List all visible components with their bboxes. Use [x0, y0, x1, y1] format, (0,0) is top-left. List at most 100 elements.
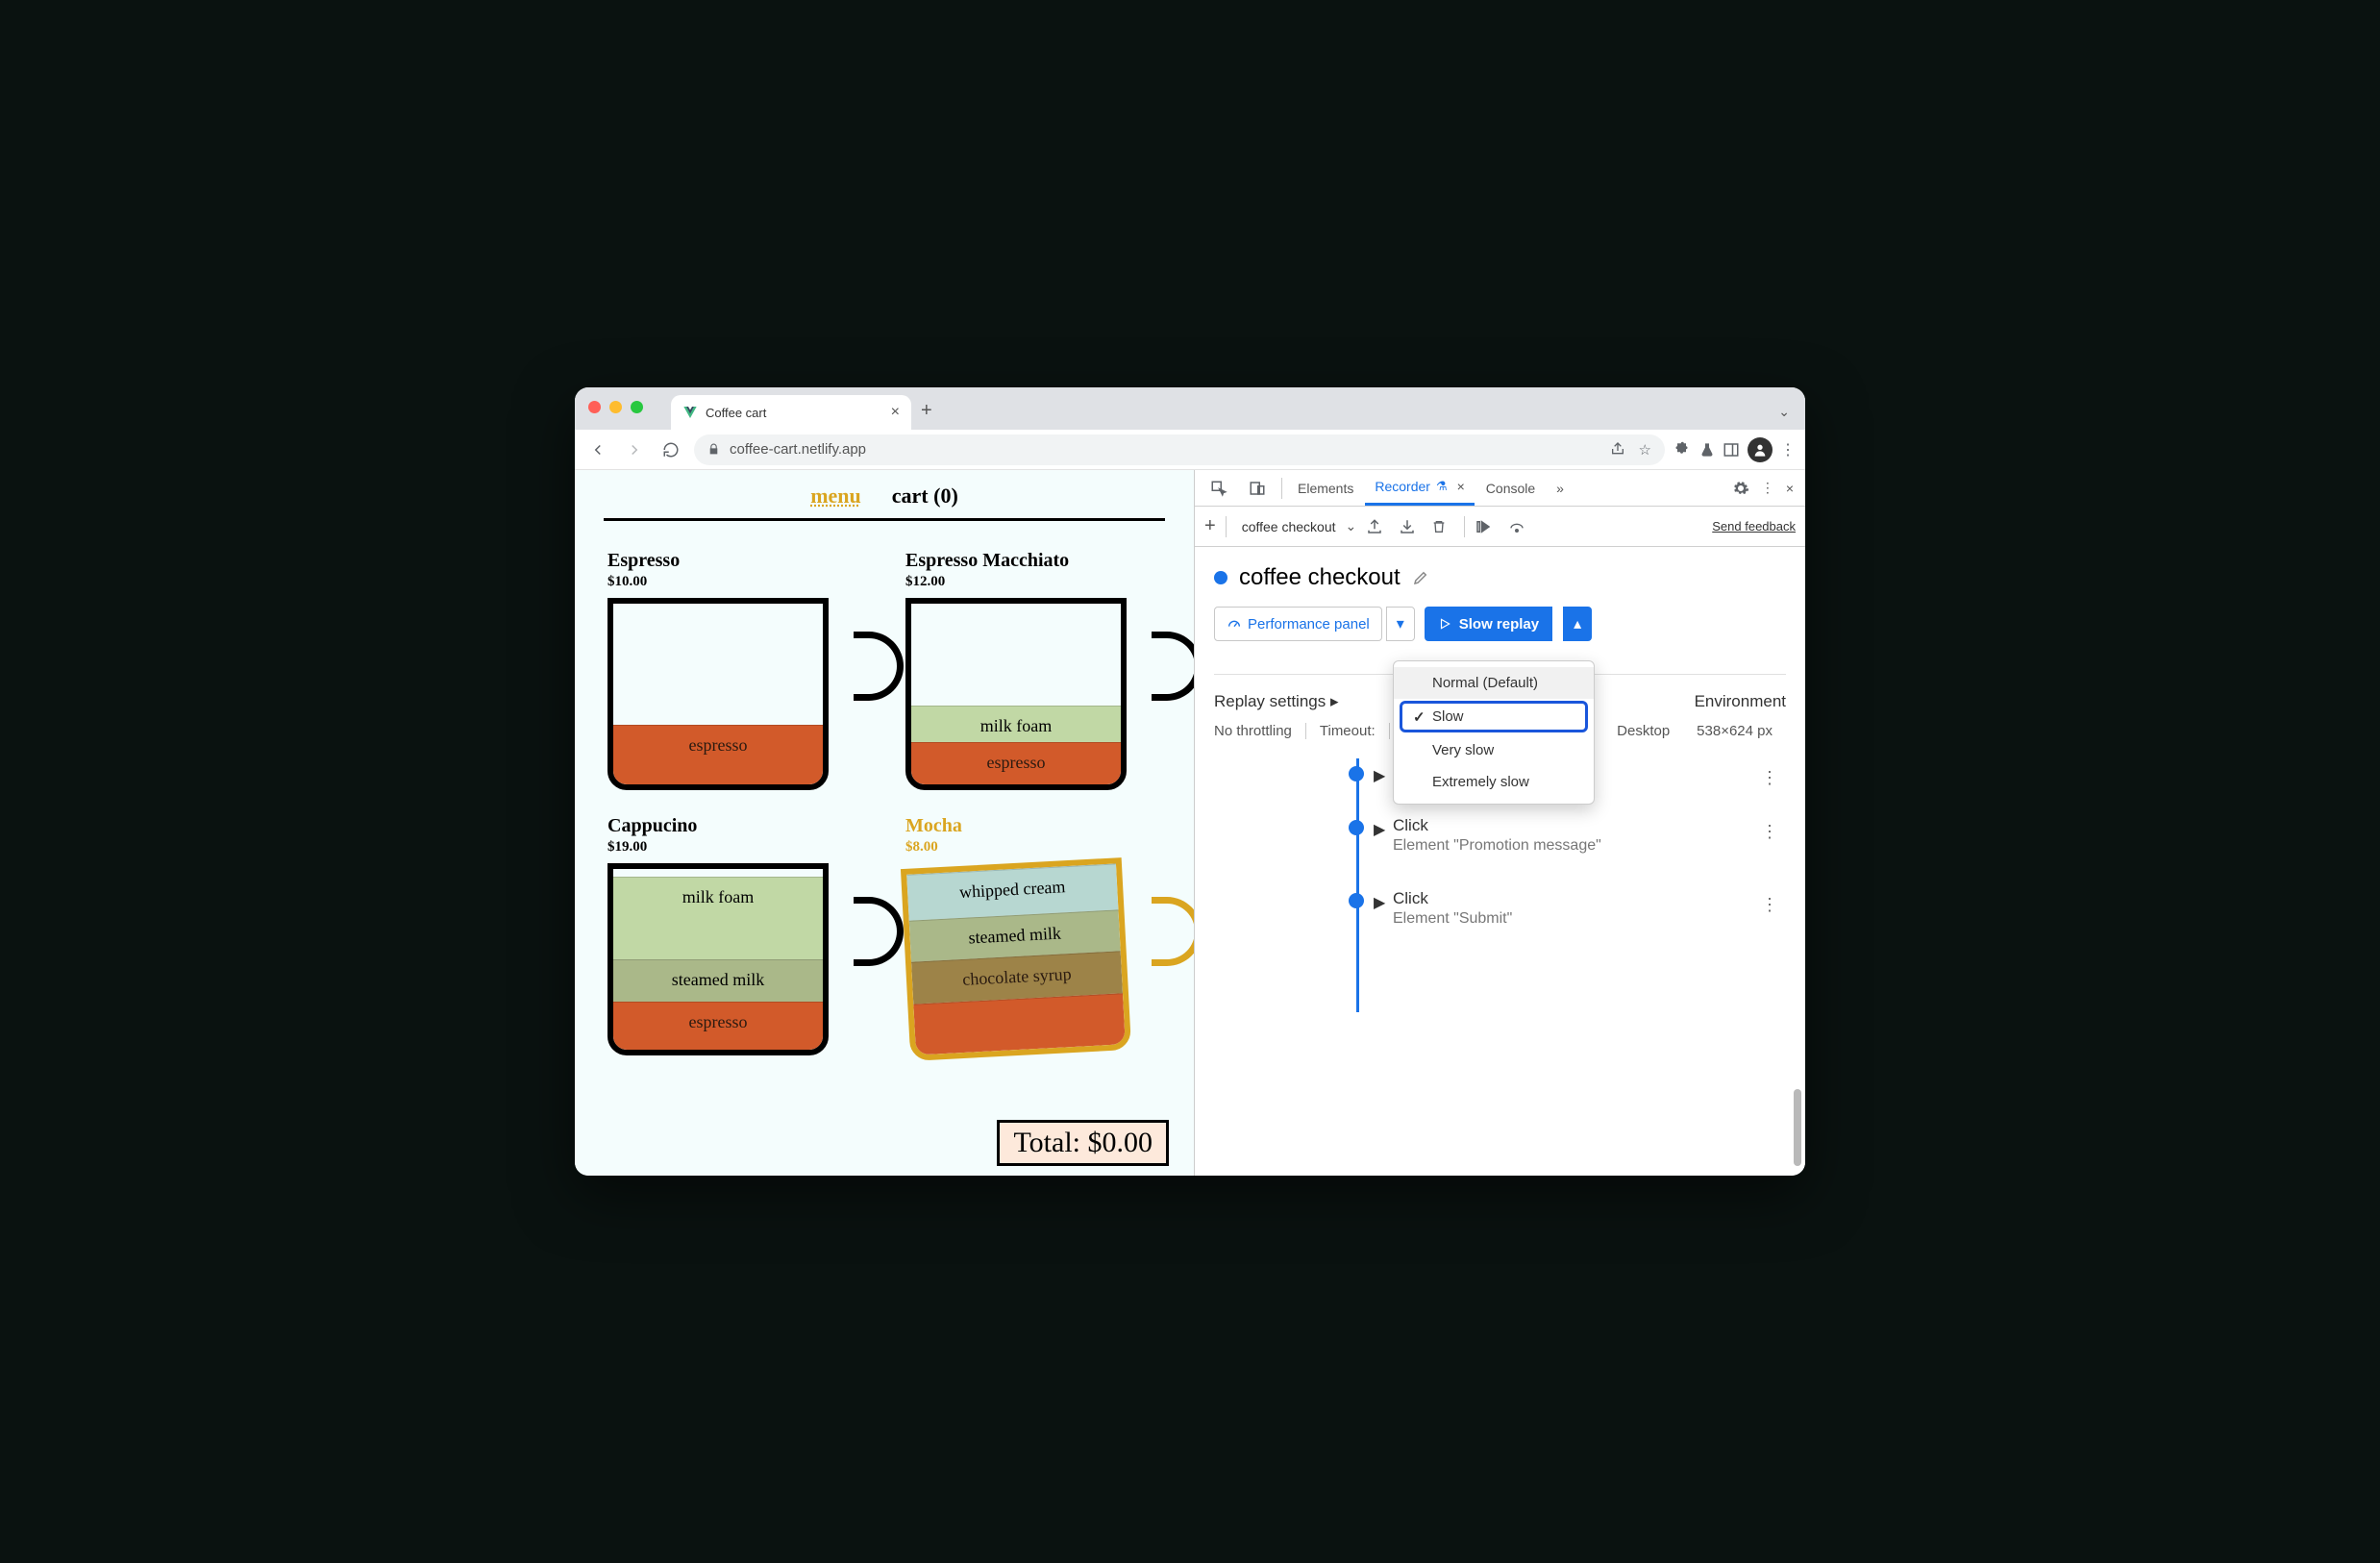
timeline-step[interactable]: ▶ Click Element "Promotion message"⋮ — [1349, 816, 1786, 855]
cup-layer: milk foam — [911, 706, 1121, 742]
cup-handle — [854, 897, 904, 966]
product-price: $10.00 — [607, 574, 863, 590]
devtools-tab-console[interactable]: Console — [1476, 470, 1545, 506]
nav-menu-link[interactable]: menu — [810, 484, 861, 509]
url-text: coffee-cart.netlify.app — [730, 441, 866, 458]
page-coffee-cart: menu cart (0) Espresso$10.00espressoEspr… — [575, 470, 1194, 1176]
tab-close-icon[interactable]: × — [1457, 479, 1465, 494]
step-expand-icon[interactable]: ▶ — [1374, 820, 1385, 839]
step-menu-icon[interactable]: ⋮ — [1761, 822, 1778, 842]
share-icon[interactable] — [1610, 441, 1625, 459]
speed-option-normal[interactable]: Normal (Default) — [1394, 667, 1594, 699]
product-card[interactable]: Espresso Macchiato$12.00milk foamespress… — [905, 550, 1161, 790]
reload-button[interactable] — [657, 436, 684, 463]
vue-favicon — [682, 405, 698, 420]
nav-cart-link[interactable]: cart (0) — [892, 484, 958, 509]
speed-option-extremely-slow[interactable]: Extremely slow — [1394, 766, 1594, 798]
profile-avatar[interactable] — [1748, 437, 1773, 462]
back-button[interactable] — [584, 436, 611, 463]
product-name: Mocha — [905, 815, 1161, 837]
step-expand-icon[interactable]: ▶ — [1374, 766, 1385, 785]
recorder-button-row: Performance panel ▾ Slow replay ▴ — [1214, 607, 1786, 641]
content-area: menu cart (0) Espresso$10.00espressoEspr… — [575, 470, 1805, 1176]
step-dot — [1349, 766, 1364, 782]
recorder-body: coffee checkout Performance panel ▾ Slow… — [1195, 547, 1805, 1176]
cup-layer — [913, 993, 1125, 1055]
step-play-icon[interactable] — [1475, 518, 1498, 535]
devtools-tab-elements[interactable]: Elements — [1288, 470, 1363, 506]
product-price: $8.00 — [905, 839, 1161, 856]
replay-settings-label[interactable]: Replay settings ▸ — [1214, 692, 1339, 711]
tabs-overflow-icon[interactable]: ⌄ — [1778, 404, 1790, 420]
tab-title: Coffee cart — [706, 406, 766, 420]
performance-panel-dropdown[interactable]: ▾ — [1386, 607, 1415, 641]
product-name: Cappucino — [607, 815, 863, 837]
chrome-menu-icon[interactable]: ⋮ — [1780, 440, 1796, 459]
device-value: Desktop — [1617, 723, 1683, 739]
window-close-button[interactable] — [588, 401, 601, 413]
forward-button[interactable] — [621, 436, 648, 463]
bookmark-icon[interactable]: ☆ — [1639, 441, 1651, 459]
speed-option-slow[interactable]: Slow — [1400, 701, 1588, 732]
new-recording-button[interactable]: + — [1204, 515, 1216, 537]
product-card[interactable]: Espresso $10.00 espresso — [607, 550, 863, 790]
devtools-kebab-icon[interactable]: ⋮ — [1761, 480, 1774, 496]
export-icon[interactable] — [1366, 518, 1389, 535]
inspect-icon[interactable] — [1201, 470, 1237, 506]
cup-layer: steamed milk — [613, 959, 823, 1002]
product-card[interactable]: Cappucino $19.00 milk foamsteamed milkespr… — [607, 815, 863, 1055]
send-feedback-link[interactable]: Send feedback — [1712, 519, 1796, 533]
devtools-scrollbar[interactable] — [1794, 1089, 1801, 1166]
slow-replay-button[interactable]: Slow replay — [1425, 607, 1552, 641]
product-name: Espresso — [607, 550, 863, 572]
browser-tab[interactable]: Coffee cart × — [671, 395, 911, 430]
cup-handle — [1152, 897, 1194, 966]
panel-icon[interactable] — [1723, 441, 1740, 459]
devtools-close-icon[interactable]: × — [1786, 481, 1794, 496]
cup-layer: milk foam — [613, 877, 823, 959]
cup-handle — [1152, 632, 1194, 701]
cup-layer: espresso — [613, 725, 823, 784]
performance-panel-button[interactable]: Performance panel — [1214, 607, 1382, 641]
delete-icon[interactable] — [1431, 518, 1454, 535]
import-icon[interactable] — [1399, 518, 1422, 535]
window-maximize-button[interactable] — [631, 401, 643, 413]
step-over-icon[interactable] — [1507, 519, 1530, 534]
step-title: Click — [1393, 816, 1786, 835]
address-bar[interactable]: coffee-cart.netlify.app ☆ — [694, 434, 1665, 465]
labs-icon[interactable] — [1699, 441, 1715, 459]
tab-close-icon[interactable]: × — [891, 404, 900, 421]
viewport-value: 538×624 px — [1697, 723, 1786, 739]
browser-window: Coffee cart × + ⌄ coffee-cart.netlify.ap… — [575, 387, 1805, 1176]
window-minimize-button[interactable] — [609, 401, 622, 413]
product-card[interactable]: Mocha$8.00whipped creamsteamed milkchoco… — [905, 815, 1161, 1055]
devtools-tabs-more-icon[interactable]: » — [1547, 470, 1574, 506]
device-toggle-icon[interactable] — [1239, 470, 1276, 506]
cup-handle — [854, 632, 904, 701]
cup-graphic: milk foamespresso — [905, 598, 1127, 790]
step-subtitle: Element "Promotion message" — [1393, 837, 1786, 855]
product-grid: Espresso $10.00 espresso Espresso Macchiato… — [575, 521, 1194, 1084]
edit-title-icon[interactable] — [1412, 569, 1429, 586]
step-menu-icon[interactable]: ⋮ — [1761, 895, 1778, 915]
cup-graphic: espresso — [607, 598, 829, 790]
recording-dropdown-icon[interactable]: ⌄ — [1346, 518, 1357, 534]
recording-name[interactable]: coffee checkout — [1242, 519, 1336, 534]
replay-speed-menu: Normal (Default) Slow Very slow Extremel… — [1393, 660, 1595, 805]
extensions-icon[interactable] — [1674, 441, 1692, 459]
replay-speed-dropdown[interactable]: ▴ — [1563, 607, 1592, 641]
product-price: $19.00 — [607, 839, 863, 856]
flask-icon: ⚗ — [1436, 479, 1448, 494]
timeline-step[interactable]: ▶ClickElement "Submit"⋮ — [1349, 889, 1786, 928]
step-menu-icon[interactable]: ⋮ — [1761, 768, 1778, 788]
total-box[interactable]: Total: $0.00 — [997, 1120, 1169, 1166]
cup-graphic: milk foamsteamed milkespresso — [607, 863, 829, 1055]
speed-option-very-slow[interactable]: Very slow — [1394, 734, 1594, 766]
devtools-settings-icon[interactable] — [1732, 480, 1749, 497]
devtools-tab-recorder[interactable]: Recorder ⚗ × — [1365, 470, 1474, 506]
lock-icon — [707, 443, 720, 456]
traffic-lights — [588, 401, 643, 413]
gauge-icon — [1227, 616, 1242, 632]
step-expand-icon[interactable]: ▶ — [1374, 893, 1385, 912]
new-tab-button[interactable]: + — [921, 400, 932, 422]
